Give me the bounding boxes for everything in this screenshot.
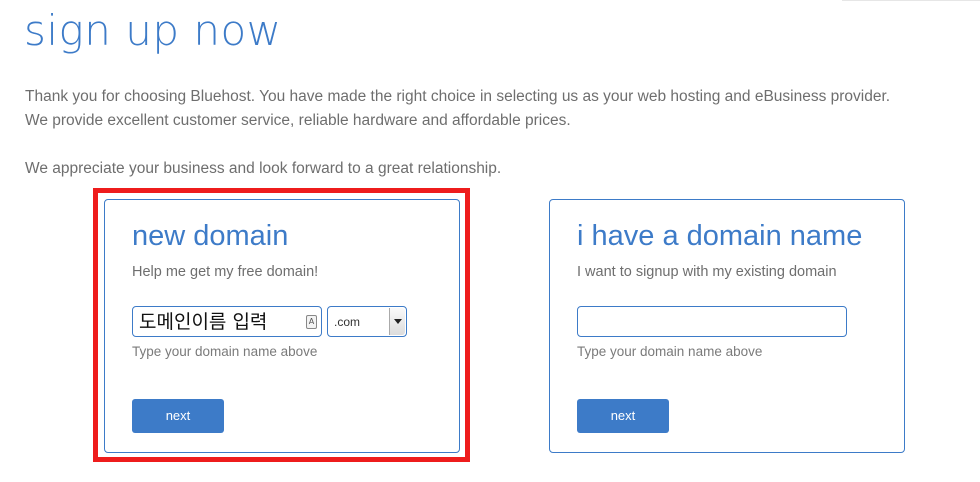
ime-indicator-icon: A — [306, 315, 317, 329]
existing-domain-subtitle: I want to signup with my existing domain — [577, 264, 837, 280]
existing-domain-input[interactable] — [577, 306, 847, 337]
existing-domain-hint: Type your domain name above — [577, 344, 763, 359]
top-divider — [842, 0, 980, 1]
new-domain-title: new domain — [132, 220, 289, 252]
intro-text: Thank you for choosing Bluehost. You hav… — [25, 85, 975, 181]
existing-domain-title: i have a domain name — [577, 220, 863, 252]
tld-selected-value: .com — [334, 315, 361, 329]
new-domain-input[interactable]: 도메인이름 입력 A — [132, 306, 322, 337]
new-domain-input-value: 도메인이름 입력 — [139, 311, 268, 333]
page-title: sign up now — [24, 6, 282, 55]
intro-line-1: Thank you for choosing Bluehost. You hav… — [25, 88, 891, 105]
new-domain-subtitle: Help me get my free domain! — [132, 264, 319, 280]
new-domain-next-button[interactable]: next — [132, 399, 224, 433]
existing-domain-next-button[interactable]: next — [577, 399, 669, 433]
intro-line-2: We provide excellent customer service, r… — [25, 112, 571, 129]
intro-line-3: We appreciate your business and look for… — [25, 160, 502, 177]
chevron-down-icon[interactable] — [389, 308, 405, 335]
new-domain-hint: Type your domain name above — [132, 344, 318, 359]
new-domain-card: new domain Help me get my free domain! 도… — [104, 199, 460, 453]
tld-select[interactable]: .com — [327, 306, 407, 337]
existing-domain-card: i have a domain name I want to signup wi… — [549, 199, 905, 453]
